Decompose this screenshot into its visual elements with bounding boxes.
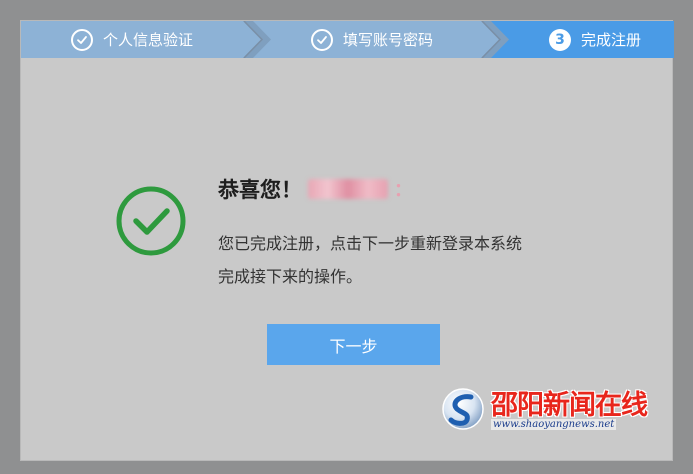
step-number-badge: 3 — [549, 28, 571, 51]
step-progress-bar: 个人信息验证 填写账号密码 3 完成注册 — [21, 21, 674, 58]
success-check-circle-icon — [116, 186, 186, 256]
watermark-url: www.shaoyangnews.net — [491, 419, 617, 430]
message-line: 您已完成注册，点击下一步重新登录本系统 — [218, 234, 523, 253]
chevron-right-icon — [481, 21, 502, 58]
watermark-site-name: 邵阳新闻在线 — [491, 390, 648, 421]
check-icon — [311, 28, 333, 51]
step-label: 个人信息验证 — [103, 31, 194, 49]
next-step-button[interactable]: 下一步 — [267, 324, 440, 365]
news-watermark: 邵阳新闻在线 www.shaoyangnews.net — [441, 383, 648, 438]
step-complete-registration: 3 完成注册 — [491, 21, 674, 58]
congratulations-title: 恭喜您！ ： — [218, 174, 412, 204]
step-label: 完成注册 — [581, 31, 642, 49]
step-account-password: 填写账号密码 — [253, 21, 499, 58]
message-line: 完成接下来的操作。 — [218, 267, 363, 286]
title-colon: ： — [394, 180, 412, 201]
step-label: 填写账号密码 — [343, 31, 434, 49]
step-personal-info: 个人信息验证 — [21, 21, 261, 58]
chevron-right-icon — [243, 21, 264, 58]
success-message: 您已完成注册，点击下一步重新登录本系统 完成接下来的操作。 — [218, 227, 522, 293]
shaoyang-news-logo-icon — [442, 388, 484, 430]
title-text: 恭喜您！ — [218, 178, 302, 202]
registration-dialog: 个人信息验证 填写账号密码 3 完成注册 恭喜您！ ： 您已完成注册，点击下一步… — [20, 20, 674, 461]
redacted-username — [308, 179, 388, 199]
check-icon — [71, 28, 93, 51]
